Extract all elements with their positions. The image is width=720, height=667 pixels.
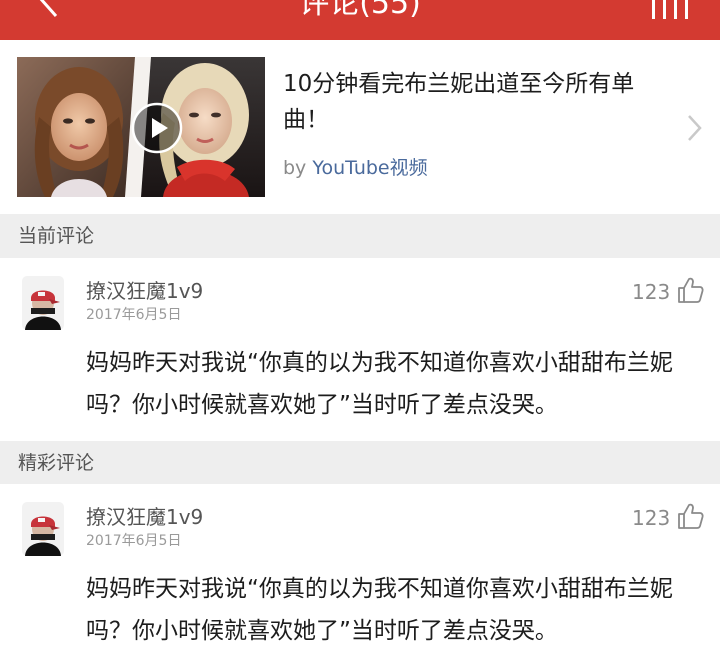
comment-date: 2017年6月5日 [86,307,182,323]
chevron-right-icon[interactable] [684,112,704,144]
top-bar: 评论(55) [0,0,720,40]
video-source: by YouTube视频 [283,155,428,181]
page-title: 评论(55) [299,0,421,21]
section-header-current: 当前评论 [0,214,720,258]
video-card[interactable]: 10分钟看完布兰妮出道至今所有单曲！ by YouTube视频 [0,40,720,214]
video-thumbnail[interactable] [17,57,265,197]
like-count: 123 [632,506,671,530]
comment-item[interactable]: 撩汉狂魔1v9 2017年6月5日 123 妈妈昨天对我说“你真的以为我不知道你… [0,484,720,667]
avatar[interactable] [22,276,64,330]
play-icon[interactable] [131,102,183,154]
thumbs-up-icon[interactable] [676,276,704,304]
source-name[interactable]: YouTube视频 [312,157,427,179]
comment-item[interactable]: 撩汉狂魔1v9 2017年6月5日 123 妈妈昨天对我说“你真的以为我不知道你… [0,258,720,441]
thumbs-up-icon[interactable] [676,502,704,530]
video-title[interactable]: 10分钟看完布兰妮出道至今所有单曲！ [283,66,663,138]
username[interactable]: 撩汉狂魔1v9 [86,504,203,530]
list-icon[interactable] [650,0,692,20]
section-title: 当前评论 [18,225,95,247]
source-prefix: by [283,157,307,179]
section-title: 精彩评论 [18,452,95,474]
section-header-featured: 精彩评论 [0,441,720,485]
comment-text: 妈妈昨天对我说“你真的以为我不知道你喜欢小甜甜布兰妮吗？你小时候就喜欢她了”当时… [86,576,673,644]
comment-text: 妈妈昨天对我说“你真的以为我不知道你喜欢小甜甜布兰妮吗？你小时候就喜欢她了”当时… [86,350,673,418]
comment-date: 2017年6月5日 [86,533,182,549]
avatar[interactable] [22,502,64,556]
username[interactable]: 撩汉狂魔1v9 [86,278,203,304]
like-count: 123 [632,280,671,304]
